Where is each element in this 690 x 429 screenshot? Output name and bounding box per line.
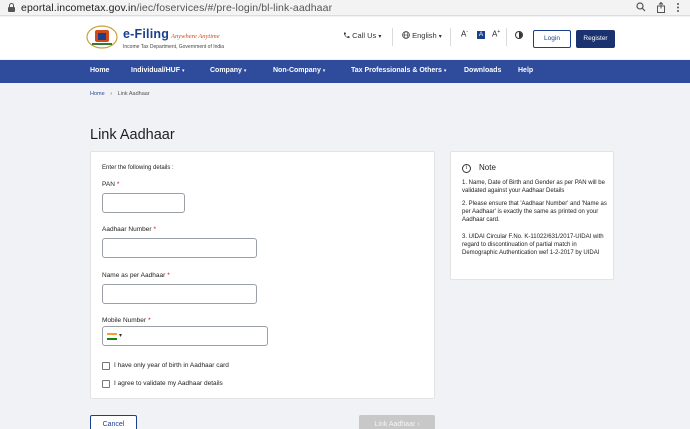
breadcrumb-separator: › [110, 91, 113, 97]
mobile-number-label: Mobile Number * [102, 317, 151, 324]
call-us-button[interactable]: Call Us ▾ [343, 31, 381, 40]
page-title: Link Aadhaar [90, 127, 175, 143]
note-title: Note [479, 163, 496, 172]
globe-icon [402, 31, 410, 39]
aadhaar-number-label: Aadhaar Number * [102, 226, 157, 233]
search-icon[interactable] [636, 2, 646, 15]
emblem-icon [86, 25, 118, 49]
note-item: 1. Name, Date of Birth and Gender as per… [462, 180, 605, 195]
form-intro: Enter the following details : [102, 165, 174, 171]
logo-title: e-Filing [123, 27, 170, 41]
efiling-logo[interactable]: e-Filing Anywhere Anytime Income Tax Depa… [86, 23, 226, 53]
note-item: 2. Please ensure that 'Aadhaar Number' a… [462, 201, 607, 224]
login-button[interactable]: Login [533, 30, 571, 48]
link-aadhaar-button[interactable]: Link Aadhaar › [359, 415, 435, 429]
font-increase-button[interactable]: A+ [492, 29, 500, 39]
lock-icon [8, 3, 15, 12]
note-item: 3. UIDAI Circular F.No. K-11022/631/2017… [462, 234, 604, 257]
chevron-down-icon[interactable]: ▾ [119, 332, 122, 339]
browser-address-bar[interactable]: eportal.incometax.gov.in/iec/foservices/… [0, 0, 690, 16]
india-flag-icon[interactable] [107, 333, 117, 340]
divider [450, 28, 451, 46]
mobile-number-input[interactable]: ▾ [102, 326, 268, 346]
nav-item-company[interactable]: Company ▾ [210, 67, 246, 74]
name-as-per-aadhaar-label: Name as per Aadhaar * [102, 272, 170, 279]
breadcrumb-current: Link Aadhaar [117, 91, 150, 97]
chevron-down-icon: ▾ [181, 68, 185, 74]
font-normal-button[interactable]: A [477, 31, 485, 39]
url-text[interactable]: eportal.incometax.gov.in/iec/foservices/… [21, 2, 332, 14]
chevron-down-icon: ▾ [243, 68, 247, 74]
more-icon[interactable] [676, 2, 680, 16]
note-card: i Note 1. Name, Date of Birth and Gender… [450, 151, 614, 280]
nav-item-individual-huf[interactable]: Individual/HUF ▾ [131, 67, 184, 74]
link-aadhaar-form: Enter the following details : PAN * Aadha… [90, 151, 435, 399]
name-as-per-aadhaar-input[interactable] [102, 284, 257, 304]
call-us-label: Call Us [352, 31, 377, 40]
language-select[interactable]: English ▾ [402, 31, 442, 40]
pan-label: PAN * [102, 181, 120, 188]
chevron-down-icon: ▾ [378, 34, 382, 40]
aadhaar-number-input[interactable] [102, 238, 257, 258]
divider [392, 28, 393, 46]
nav-item-help[interactable]: Help [518, 67, 533, 74]
breadcrumb-home[interactable]: Home [90, 91, 105, 97]
pan-input[interactable] [102, 193, 185, 213]
contrast-icon[interactable] [515, 31, 523, 39]
phone-icon [343, 32, 350, 39]
main-nav: Home Individual/HUF ▾ Company ▾ Non-Comp… [0, 60, 690, 83]
site-header: e-Filing Anywhere Anytime Income Tax Depa… [0, 17, 690, 59]
year-of-birth-checkbox[interactable] [102, 362, 110, 370]
logo-subtitle: Income Tax Department, Government of Ind… [123, 44, 225, 50]
agree-checkbox-label[interactable]: I agree to validate my Aadhaar details [114, 380, 223, 387]
chevron-down-icon: ▾ [322, 68, 326, 74]
font-decrease-button[interactable]: A- [461, 29, 468, 39]
info-icon: i [462, 164, 471, 173]
chevron-down-icon: ▾ [443, 68, 447, 74]
nav-item-downloads[interactable]: Downloads [464, 67, 501, 74]
nav-item-tax-professionals[interactable]: Tax Professionals & Others ▾ [351, 67, 446, 74]
cancel-button[interactable]: Cancel [90, 415, 137, 429]
year-of-birth-checkbox-label[interactable]: I have only year of birth in Aadhaar car… [114, 362, 229, 369]
share-icon[interactable] [656, 1, 666, 16]
register-button[interactable]: Register [576, 30, 615, 48]
language-label: English [412, 31, 437, 40]
chevron-down-icon: ▾ [438, 34, 442, 40]
nav-item-non-company[interactable]: Non-Company ▾ [273, 67, 325, 74]
nav-item-home[interactable]: Home [90, 67, 109, 74]
breadcrumb: Home › Link Aadhaar [90, 91, 150, 97]
divider [506, 28, 507, 46]
logo-tagline: Anywhere Anytime [171, 33, 220, 40]
agree-checkbox[interactable] [102, 380, 110, 388]
